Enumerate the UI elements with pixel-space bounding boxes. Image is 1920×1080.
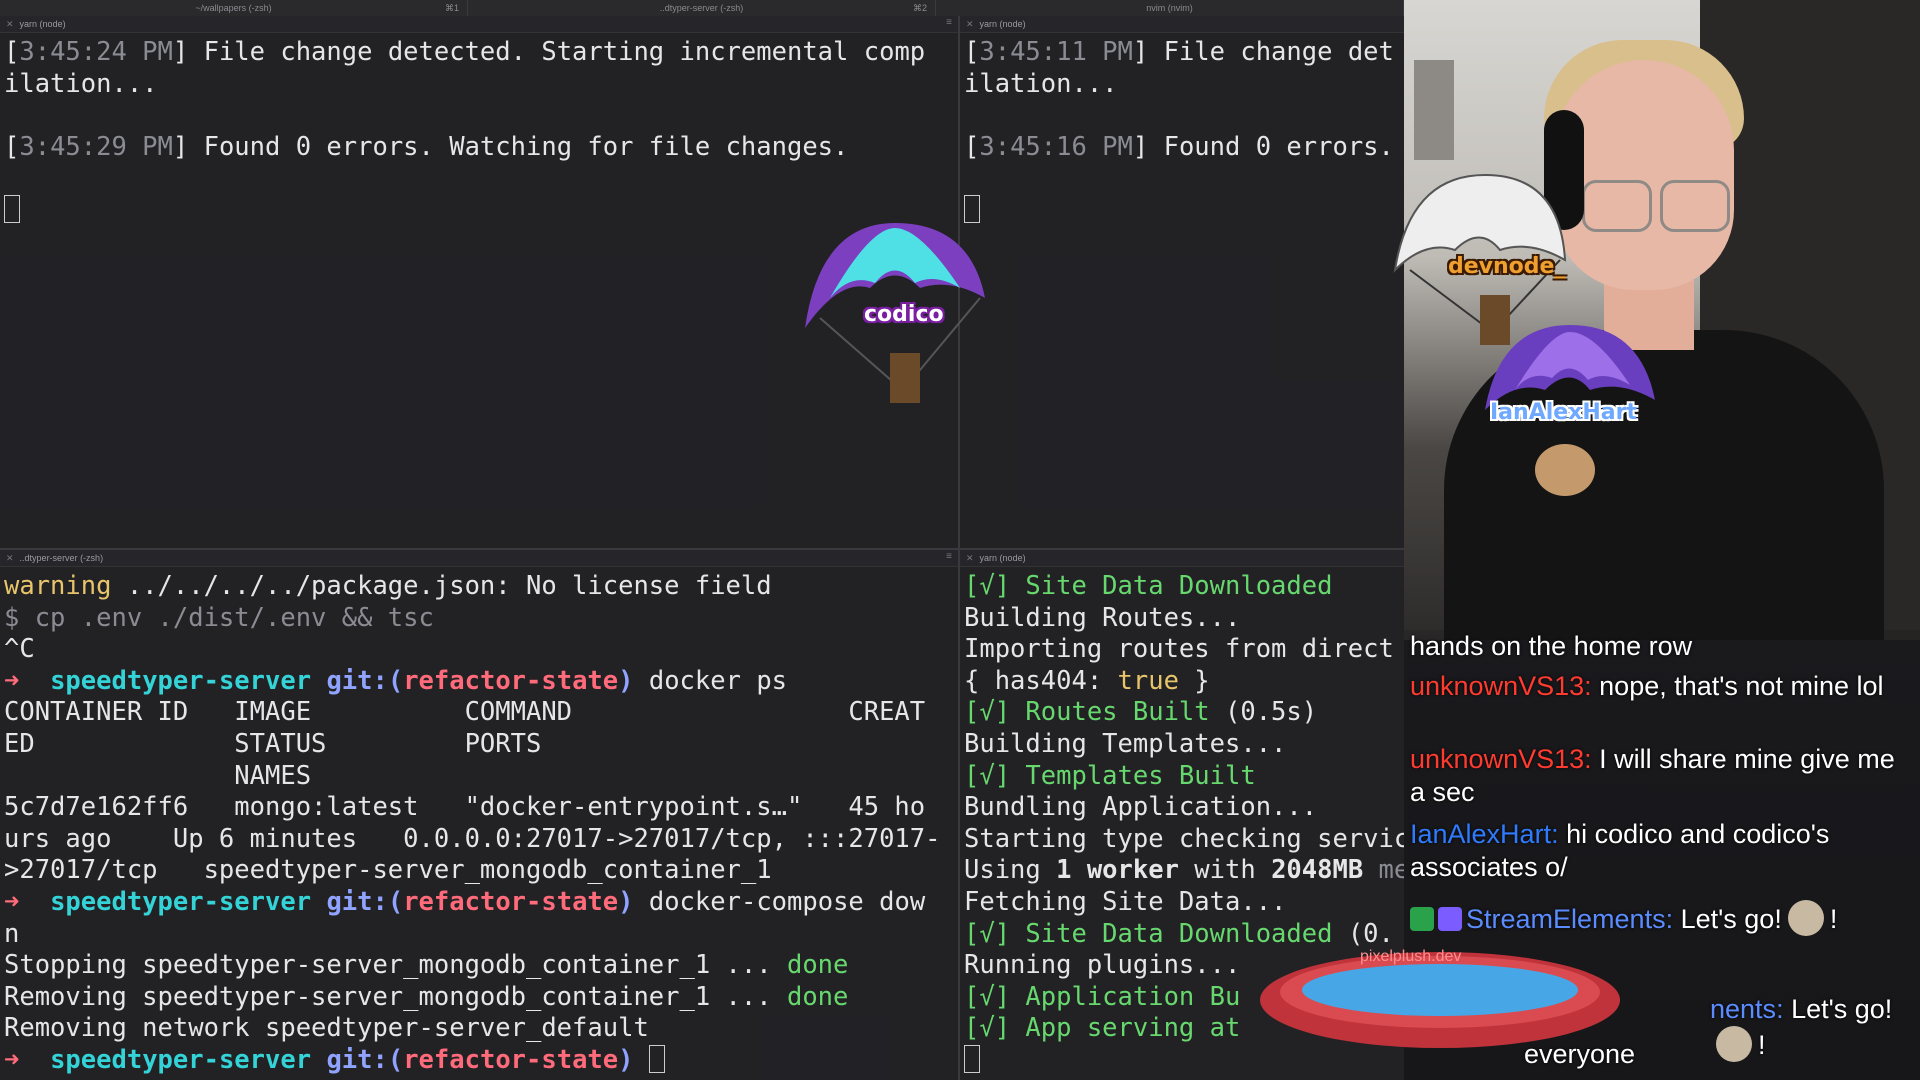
output-line: ED STATUS PORTS <box>4 728 542 759</box>
tab-nvim[interactable]: nvim (nvim) <box>936 0 1404 16</box>
prompt-line: ➜ speedtyper-server git:(refactor-state) <box>4 1044 665 1075</box>
output-line: CONTAINER ID IMAGE COMMAND CREAT <box>4 697 926 728</box>
chat-message: hands on the home row <box>1410 631 1693 661</box>
pane-header: ✕ yarn (node) <box>960 550 1404 567</box>
output-line: >27017/tcp speedtyper-server_mongodb_con… <box>4 855 772 886</box>
overlay-name-devnode: devnode_ <box>1448 254 1566 279</box>
log-line: ilation... <box>4 68 158 99</box>
chat-username: IanAlexHart <box>1410 819 1552 849</box>
prompt-line: ➜ speedtyper-server git:(refactor-state)… <box>4 886 926 917</box>
verified-badge-icon <box>1438 907 1462 931</box>
tab-speedtyper-server[interactable]: ..dtyper-server (-zsh) ⌘2 <box>468 0 936 16</box>
chat-message: unknownVS13: I will share mine give me a… <box>1410 744 1895 807</box>
pane-header: ✕ yarn (node) ≡ <box>0 16 958 33</box>
output-line: [√] App serving at <box>964 1013 1241 1044</box>
prompt-arrow-icon: ➜ <box>4 665 20 696</box>
output-line: Removing speedtyper-server_mongodb_conta… <box>4 981 849 1012</box>
command-line: $ cp .env ./dist/.env && tsc <box>4 602 434 633</box>
output-line: n <box>4 918 20 949</box>
pane-bottom-left[interactable]: ✕ ..dtyper-server (-zsh) ≡ warning ../../.… <box>0 550 958 1080</box>
chat-username: nents <box>1710 994 1777 1024</box>
close-icon[interactable]: ✕ <box>966 553 974 564</box>
prompt-line: ➜ speedtyper-server git:(refactor-state)… <box>4 665 788 696</box>
pane-header: ✕ yarn (node) <box>960 16 1404 33</box>
log-line: [3:45:29 PM] Found 0 errors. Watching fo… <box>4 131 849 162</box>
output-line: { has404: true } <box>964 665 1210 696</box>
output-line: [√] Routes Built (0.5s) <box>964 697 1318 728</box>
log-line: [3:45:11 PM] File change det <box>964 37 1394 67</box>
pane-divider-horizontal[interactable] <box>0 548 1404 550</box>
chat-username: unknownVS13 <box>1410 671 1585 701</box>
close-icon[interactable]: ✕ <box>6 553 14 564</box>
output-line: Bundling Application... <box>964 792 1318 823</box>
terminal-output: warning ../../../../package.json: No lic… <box>0 567 958 1077</box>
terminal-cursor <box>4 194 20 223</box>
warning-line: warning ../../../../package.json: No lic… <box>4 571 772 601</box>
prompt-arrow-icon: ➜ <box>4 1044 20 1075</box>
emote-icon <box>1787 900 1824 936</box>
output-line: ^C <box>4 634 35 665</box>
output-line: Building Templates... <box>964 728 1287 759</box>
tab-bar: ~/wallpapers (-zsh) ⌘1 ..dtyper-server (-… <box>0 0 1404 16</box>
chat-message: StreamElements: Let's go!! <box>1410 900 1910 936</box>
log-line: [3:45:16 PM] Found 0 errors. <box>964 131 1394 162</box>
output-line: NAMES <box>4 760 312 791</box>
terminal-cursor <box>648 1044 665 1073</box>
overlay-name-codico: codico <box>864 302 944 327</box>
output-line: 5c7d7e162ff6 mongo:latest "docker-entryp… <box>4 792 926 823</box>
close-icon[interactable]: ✕ <box>966 19 974 30</box>
prompt-arrow-icon: ➜ <box>4 886 20 917</box>
avatar-sprite <box>890 353 920 403</box>
pool-label: pixelplush.dev <box>1360 948 1462 965</box>
pane-top-right[interactable]: ✕ yarn (node) [3:45:11 PM] File change de… <box>960 16 1404 548</box>
output-line: Building Routes... <box>964 602 1241 633</box>
tab-wallpapers[interactable]: ~/wallpapers (-zsh) ⌘1 <box>0 0 468 16</box>
output-line: [√] Application Bu <box>964 981 1241 1012</box>
output-line: Fetching Site Data... <box>964 886 1287 917</box>
output-line: Starting type checking servic <box>964 823 1404 854</box>
menu-icon[interactable]: ≡ <box>946 17 952 28</box>
terminal-cursor <box>964 1044 980 1073</box>
log-line: [3:45:24 PM] File change detected. Start… <box>4 37 926 67</box>
chat-username: StreamElements <box>1466 904 1666 934</box>
chat-username: unknownVS13 <box>1410 744 1585 774</box>
log-line: ilation... <box>964 68 1118 99</box>
output-line: Importing routes from direct <box>964 634 1394 665</box>
output-line: urs ago Up 6 minutes 0.0.0.0:27017->2701… <box>4 823 941 854</box>
terminal-output: [3:45:11 PM] File change det ilation... … <box>960 33 1404 227</box>
terminal-output: [3:45:24 PM] File change detected. Start… <box>0 33 958 227</box>
moderator-badge-icon <box>1410 907 1434 931</box>
pane-header: ✕ ..dtyper-server (-zsh) ≡ <box>0 550 958 567</box>
output-line: Stopping speedtyper-server_mongodb_conta… <box>4 950 849 981</box>
overlay-name-ianalexhart: IanAlexHart <box>1490 400 1637 425</box>
menu-icon[interactable]: ≡ <box>946 551 952 562</box>
output-line: Removing network speedtyper-server_defau… <box>4 1013 649 1044</box>
close-icon[interactable]: ✕ <box>6 19 14 30</box>
output-line: [√] Templates Built <box>964 760 1256 791</box>
chat-message: IanAlexHart: hi codico and codico's asso… <box>1410 819 1830 882</box>
chat-message: unknownVS13: nope, that's not mine lol <box>1410 671 1884 701</box>
output-line: Running plugins... <box>964 950 1241 981</box>
output-line: Using 1 worker with 2048MB memory limit <box>964 855 1404 886</box>
output-line: [√] Site Data Downloaded <box>964 571 1333 601</box>
